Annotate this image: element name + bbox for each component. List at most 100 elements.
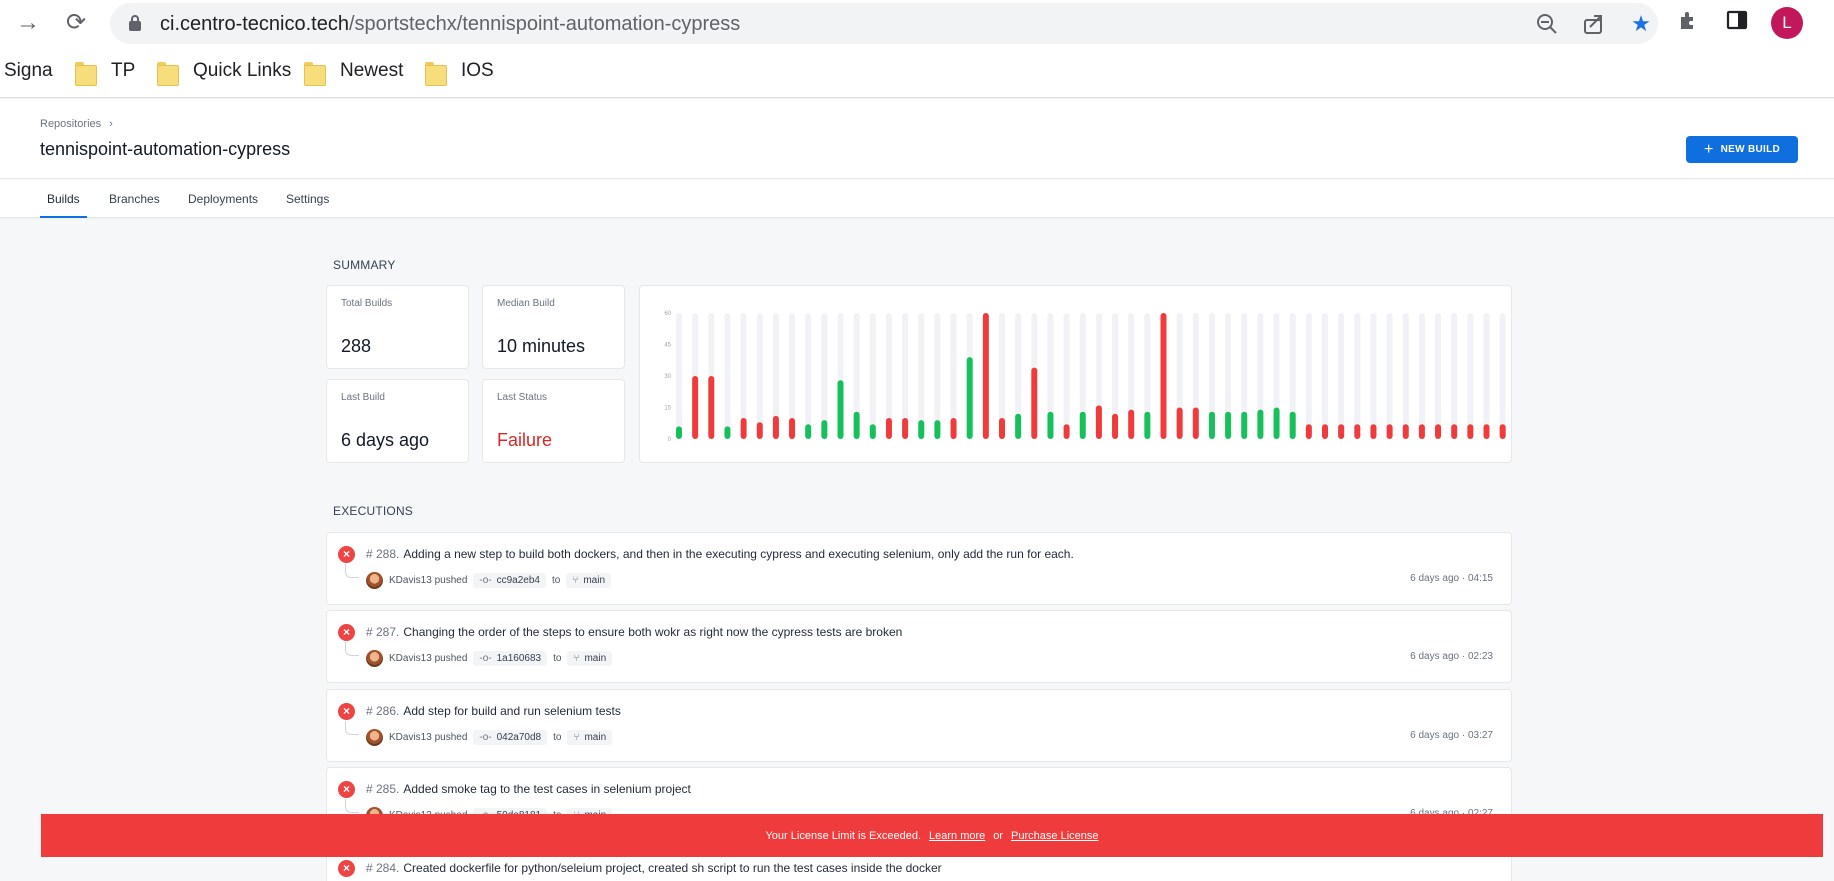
execution-time: 6 days ago · 03:27 <box>1410 730 1493 741</box>
execution-row[interactable]: × # 287. Changing the order of the steps … <box>326 610 1512 683</box>
bookmark-tp[interactable]: TP <box>75 56 135 86</box>
purchase-license-link[interactable]: Purchase License <box>1011 830 1098 842</box>
branch-pill[interactable]: ⑂ main <box>566 572 612 588</box>
address-bar[interactable]: ci.centro-tecnico.tech/sportstechx/tenni… <box>110 3 1658 44</box>
forward-icon[interactable]: → <box>13 8 43 38</box>
to-text: to <box>553 731 562 743</box>
build-bar[interactable] <box>1192 407 1199 440</box>
bookmark-ios[interactable]: IOS <box>425 56 494 86</box>
build-bar[interactable] <box>708 376 715 439</box>
execution-row[interactable]: × # 286. Add step for build and run selen… <box>326 689 1512 762</box>
build-bar[interactable] <box>1160 313 1167 439</box>
commit-pill[interactable]: -o- 1a160683 <box>473 650 548 666</box>
build-bar[interactable] <box>950 418 957 439</box>
build-bar[interactable] <box>789 418 796 439</box>
build-bar[interactable] <box>1047 411 1054 439</box>
tab-deployments[interactable]: Deployments <box>181 180 265 218</box>
build-bar[interactable] <box>869 424 876 439</box>
build-bar[interactable] <box>902 418 909 439</box>
execution-time: 6 days ago · 02:23 <box>1410 651 1493 662</box>
zoom-out-icon[interactable] <box>1534 11 1560 37</box>
build-bar[interactable] <box>1063 424 1070 439</box>
commit-pill[interactable]: -o-cc9a2eb4 <box>473 572 546 588</box>
bookmark-star-icon[interactable]: ★ <box>1628 11 1654 37</box>
bookmark-newest[interactable]: Newest <box>304 56 403 86</box>
plus-icon: + <box>1703 140 1714 158</box>
build-bar[interactable] <box>1257 409 1264 439</box>
build-bar[interactable] <box>1483 424 1490 439</box>
tab-branches[interactable]: Branches <box>102 180 167 218</box>
bar-track <box>724 313 731 439</box>
side-panel-icon[interactable] <box>1722 8 1752 38</box>
branch-icon: ⑂ <box>572 574 579 586</box>
author-text: KDavis13 pushed <box>389 574 468 586</box>
build-bar[interactable] <box>1176 407 1183 440</box>
tab-builds[interactable]: Builds <box>40 180 87 218</box>
execution-row[interactable]: × # 288. Adding a new step to build both … <box>326 532 1512 605</box>
bookmark-quick-links[interactable]: Quick Links <box>157 56 291 86</box>
build-bar[interactable] <box>1225 411 1232 439</box>
build-bar[interactable] <box>1015 413 1022 439</box>
build-bar[interactable] <box>756 422 763 439</box>
learn-more-link[interactable]: Learn more <box>929 830 985 842</box>
build-bar[interactable] <box>1144 411 1151 439</box>
build-bar[interactable] <box>1112 413 1119 439</box>
breadcrumb-repositories[interactable]: Repositories <box>40 118 101 130</box>
build-bar[interactable] <box>724 426 731 439</box>
build-bar[interactable] <box>692 376 699 439</box>
branch-name: main <box>584 731 607 743</box>
build-bar[interactable] <box>1499 424 1506 439</box>
last-status-card: Last Status Failure <box>482 379 625 463</box>
commit-pill[interactable]: -o- 042a70d8 <box>473 729 548 745</box>
build-bar[interactable] <box>772 415 779 439</box>
bar-track <box>805 313 812 439</box>
build-bar[interactable] <box>1095 405 1102 439</box>
build-bar[interactable] <box>740 418 747 439</box>
new-build-button[interactable]: + NEW BUILD <box>1686 136 1798 163</box>
message-text: Changing the order of the steps to ensur… <box>403 625 903 639</box>
build-bar[interactable] <box>982 313 989 439</box>
build-bar[interactable] <box>1451 424 1458 439</box>
build-bar[interactable] <box>805 424 812 439</box>
build-bar[interactable] <box>837 380 844 439</box>
reload-icon[interactable]: ⟳ <box>61 8 91 38</box>
build-bar[interactable] <box>1402 424 1409 439</box>
build-bar[interactable] <box>1467 424 1474 439</box>
build-bar[interactable] <box>1370 424 1377 439</box>
profile-avatar[interactable]: L <box>1771 7 1803 39</box>
build-bar[interactable] <box>853 411 860 439</box>
tab-settings[interactable]: Settings <box>279 180 336 218</box>
extensions-icon[interactable] <box>1674 8 1704 38</box>
share-icon[interactable] <box>1581 11 1607 37</box>
build-bar[interactable] <box>934 420 941 439</box>
build-bar[interactable] <box>1305 424 1312 439</box>
build-bar[interactable] <box>1435 424 1442 439</box>
build-bar[interactable] <box>1418 424 1425 439</box>
branch-pill[interactable]: ⑂ main <box>567 729 613 745</box>
stat-label: Total Builds <box>341 298 393 309</box>
build-bar[interactable] <box>1241 411 1248 439</box>
bookmark-signa[interactable]: Signa <box>4 56 53 86</box>
tree-connector <box>345 564 359 578</box>
build-bar[interactable] <box>1338 424 1345 439</box>
bar-track <box>1418 313 1425 439</box>
build-bar[interactable] <box>1289 411 1296 439</box>
branch-pill[interactable]: ⑂ main <box>567 650 613 666</box>
build-bar[interactable] <box>1322 424 1328 439</box>
tree-connector <box>345 721 359 735</box>
build-bar[interactable] <box>1386 424 1393 439</box>
build-bar[interactable] <box>885 418 892 439</box>
build-bar[interactable] <box>1208 411 1215 439</box>
build-bar[interactable] <box>1273 407 1280 440</box>
build-bar[interactable] <box>821 420 828 439</box>
build-bar[interactable] <box>1031 367 1038 439</box>
build-bar[interactable] <box>1128 409 1135 439</box>
build-bar[interactable] <box>1079 411 1086 439</box>
build-bar[interactable] <box>1354 424 1361 439</box>
build-bar[interactable] <box>676 426 682 439</box>
total-builds-card: Total Builds 288 <box>326 285 469 369</box>
bar-track <box>1063 313 1070 439</box>
build-bar[interactable] <box>918 420 925 439</box>
build-bar[interactable] <box>966 357 973 439</box>
build-bar[interactable] <box>999 418 1005 439</box>
